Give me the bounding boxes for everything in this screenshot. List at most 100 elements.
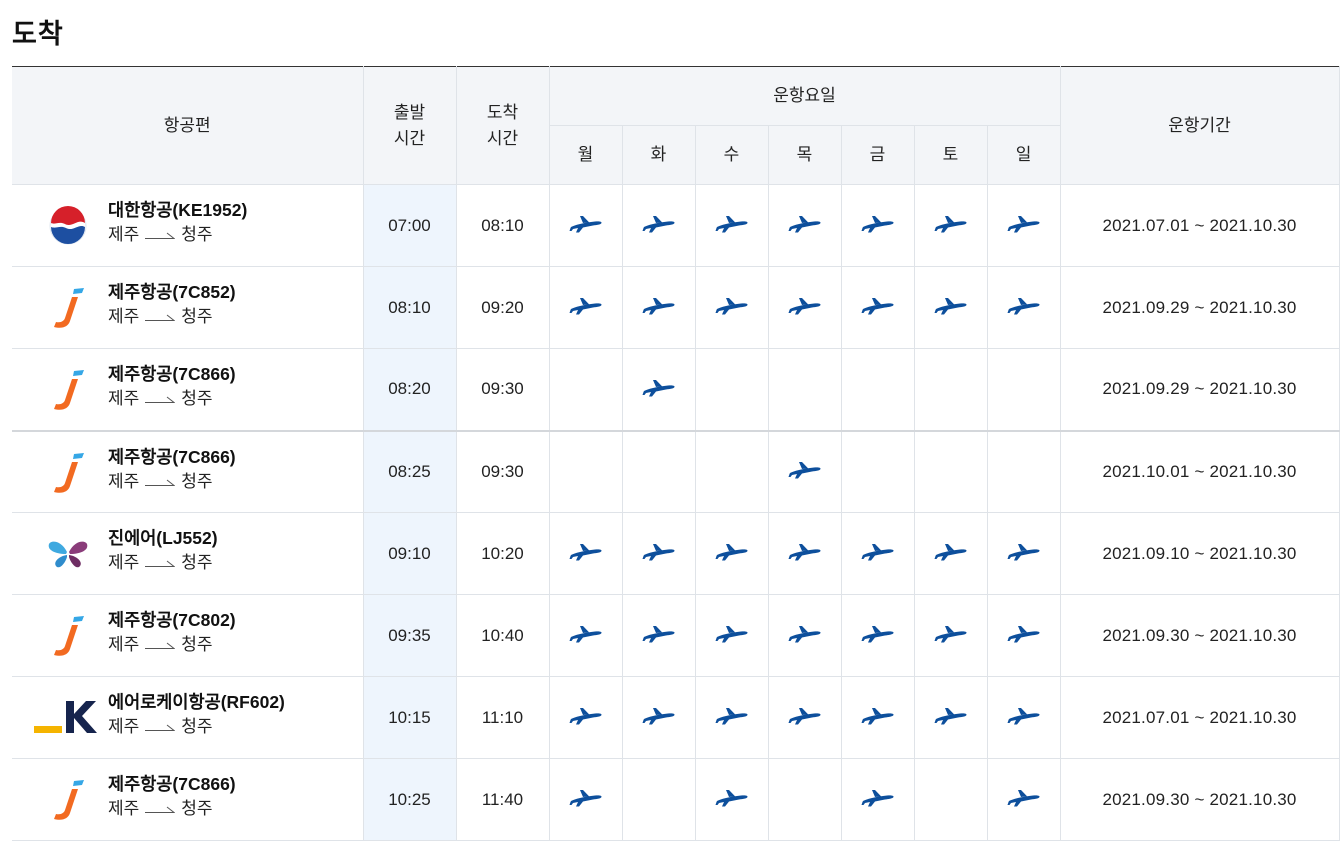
route-destination: 청주 [181, 553, 213, 572]
route-destination: 청주 [181, 799, 213, 818]
flight-cell: 제주항공(7C866) 제주 청주 [12, 429, 364, 513]
flight-route: 제주 청주 [108, 715, 285, 739]
day-cell [767, 512, 842, 595]
jeju-air-logo [32, 608, 104, 664]
route-arrow-icon [145, 387, 176, 411]
day-cell [621, 348, 696, 431]
route-origin: 제주 [108, 471, 140, 491]
table-row: 에어로케이항공(RF602) 제주 청주 10:15 11:10 2021.07.01 ~… [12, 676, 1340, 759]
arrival-schedule-table: 항공편 출발 시간 도착 시간 운항요일 운항기간 월화수목금토일 대한항공(KE1… [12, 66, 1340, 841]
day-cell [548, 594, 623, 677]
page-title: 도착 [12, 19, 64, 49]
flight-cell: 제주항공(7C802) 제주 청주 [12, 594, 364, 677]
day-cell [986, 758, 1061, 841]
flight-name: 제주항공(7C866) [108, 364, 236, 384]
operating-period: 2021.09.29 ~ 2021.10.30 [1059, 266, 1340, 349]
day-cell [913, 184, 988, 267]
day-cell [986, 594, 1061, 677]
departure-time: 07:00 [362, 184, 457, 267]
table-row: 제주항공(7C866) 제주 청주 08:25 09:30 2021.10.01 ~ 20… [12, 429, 1340, 513]
day-cell [694, 348, 769, 431]
departure-time: 08:25 [362, 429, 457, 513]
airplane-icon [1007, 540, 1041, 567]
day-cell [913, 429, 988, 513]
day-cell [621, 266, 696, 349]
arrival-time: 10:40 [455, 594, 550, 677]
day-cell [840, 758, 915, 841]
flight-cell: 에어로케이항공(RF602) 제주 청주 [12, 676, 364, 759]
airplane-icon [569, 622, 603, 649]
header-operating-days: 운항요일 [548, 66, 1061, 126]
day-cell [986, 512, 1061, 595]
airplane-icon [715, 786, 749, 813]
day-cell [840, 184, 915, 267]
airplane-icon [642, 540, 676, 567]
route-arrow-icon [145, 223, 176, 247]
departure-time: 08:10 [362, 266, 457, 349]
airplane-icon [788, 294, 822, 321]
header-day: 수 [694, 125, 769, 185]
airplane-icon [788, 704, 822, 731]
flight-name: 제주항공(7C802) [108, 610, 236, 630]
route-destination: 청주 [181, 717, 213, 736]
departure-time: 10:15 [362, 676, 457, 759]
route-destination: 청주 [181, 307, 213, 326]
airplane-icon [1007, 704, 1041, 731]
airplane-icon [1007, 294, 1041, 321]
airplane-icon [934, 212, 968, 239]
day-cell [913, 266, 988, 349]
day-cell [548, 676, 623, 759]
day-cell [548, 758, 623, 841]
flight-cell: 제주항공(7C866) 제주 청주 [12, 758, 364, 841]
day-cell [694, 676, 769, 759]
route-destination: 청주 [181, 635, 213, 654]
day-cell [694, 266, 769, 349]
operating-period: 2021.09.30 ~ 2021.10.30 [1059, 594, 1340, 677]
route-arrow-icon [145, 715, 176, 739]
route-arrow-icon [145, 470, 176, 494]
flight-route: 제주 청주 [108, 387, 236, 411]
day-cell [767, 594, 842, 677]
day-cell [986, 348, 1061, 431]
day-cell [840, 594, 915, 677]
route-arrow-icon [145, 551, 176, 575]
route-destination: 청주 [181, 471, 213, 491]
day-cell [986, 266, 1061, 349]
day-cell [548, 184, 623, 267]
day-cell [913, 676, 988, 759]
day-cell [621, 429, 696, 513]
departure-time: 09:35 [362, 594, 457, 677]
airplane-icon [861, 786, 895, 813]
airplane-icon [715, 294, 749, 321]
day-cell [621, 676, 696, 759]
header-departure-time: 출발 시간 [362, 66, 457, 185]
flight-route: 제주 청주 [108, 551, 218, 575]
route-origin: 제주 [108, 307, 140, 326]
table-row: 제주항공(7C866) 제주 청주 08:20 09:30 2021.09.29 ~ 20… [12, 348, 1340, 431]
airplane-icon [934, 540, 968, 567]
airplane-icon [569, 540, 603, 567]
day-cell [548, 512, 623, 595]
day-cell [767, 429, 842, 513]
table-row: 진에어(LJ552) 제주 청주 09:10 10:20 2021.09.10 ~ 202… [12, 512, 1340, 595]
day-cell [694, 184, 769, 267]
jeju-air-logo [32, 280, 104, 336]
airplane-icon [569, 786, 603, 813]
jeju-air-logo [32, 445, 104, 501]
airplane-icon [788, 622, 822, 649]
day-cell [913, 512, 988, 595]
table-row: 제주항공(7C802) 제주 청주 09:35 10:40 2021.09.30 ~ 20… [12, 594, 1340, 677]
flight-name: 대한항공(KE1952) [108, 200, 248, 220]
airplane-icon [569, 704, 603, 731]
operating-period: 2021.09.30 ~ 2021.10.30 [1059, 758, 1340, 841]
day-cell [986, 676, 1061, 759]
airplane-icon [569, 294, 603, 321]
route-arrow-icon [145, 633, 176, 657]
header-day: 금 [840, 125, 915, 185]
flight-name: 제주항공(7C866) [108, 446, 236, 467]
day-cell [694, 758, 769, 841]
flight-route: 제주 청주 [108, 797, 236, 821]
day-cell [621, 512, 696, 595]
flight-cell: 대한항공(KE1952) 제주 청주 [12, 184, 364, 267]
day-cell [913, 594, 988, 677]
